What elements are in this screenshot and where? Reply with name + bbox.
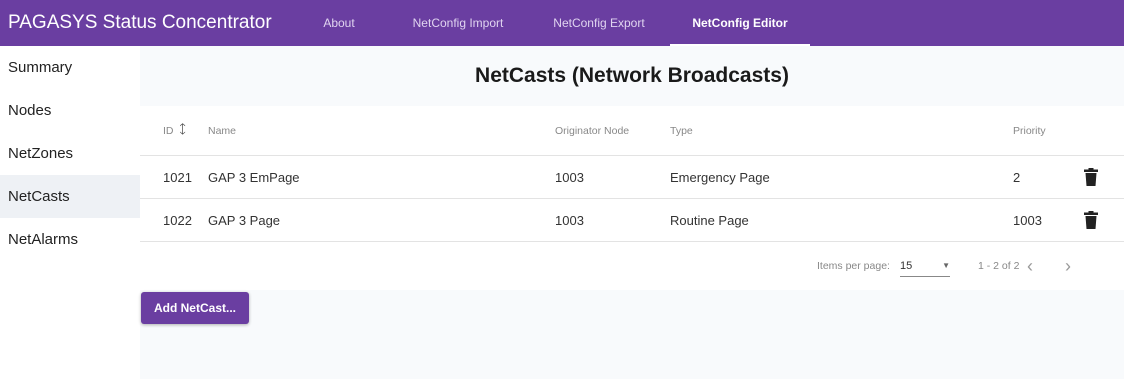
cell-priority: 1003 bbox=[1013, 212, 1042, 228]
column-header-priority[interactable]: Priority bbox=[1013, 106, 1046, 155]
sidebar-item-netzones[interactable]: NetZones bbox=[0, 132, 140, 175]
page-title: NetCasts (Network Broadcasts) bbox=[475, 64, 789, 87]
paginator: Items per page: 15 ▼ 1 - 2 of 2 ‹ › bbox=[140, 242, 1124, 290]
column-header-id-label: ID bbox=[163, 124, 174, 137]
chevron-right-icon[interactable]: › bbox=[1065, 242, 1071, 290]
add-netcast-button[interactable]: Add NetCast... bbox=[141, 292, 249, 324]
table-row[interactable]: 1021 GAP 3 EmPage 1003 Emergency Page 2 bbox=[140, 156, 1124, 199]
cell-originator: 1003 bbox=[555, 212, 584, 228]
arrow-up-icon: 🡙 bbox=[179, 122, 186, 136]
column-header-id[interactable]: ID 🡙 bbox=[163, 106, 186, 155]
page-range-label: 1 - 2 of 2 bbox=[978, 260, 1020, 272]
column-header-name[interactable]: Name bbox=[208, 106, 236, 155]
top-app-bar: PAGASYS Status Concentrator About NetCon… bbox=[0, 0, 1124, 46]
trash-icon bbox=[1084, 211, 1098, 229]
cell-type: Routine Page bbox=[670, 212, 749, 228]
items-per-page-select[interactable]: 15 ▼ bbox=[900, 255, 950, 277]
tab-netconfig-editor[interactable]: NetConfig Editor bbox=[670, 0, 810, 46]
cell-name: GAP 3 EmPage bbox=[208, 169, 300, 185]
delete-button[interactable] bbox=[1084, 199, 1098, 241]
tab-netconfig-import[interactable]: NetConfig Import bbox=[388, 0, 528, 46]
delete-button[interactable] bbox=[1084, 156, 1098, 198]
cell-id: 1022 bbox=[163, 212, 192, 228]
app-title: PAGASYS Status Concentrator bbox=[8, 12, 272, 33]
cell-originator: 1003 bbox=[555, 169, 584, 185]
column-header-type[interactable]: Type bbox=[670, 106, 693, 155]
items-per-page-label: Items per page: bbox=[817, 260, 890, 272]
sidebar-item-netcasts[interactable]: NetCasts bbox=[0, 175, 140, 218]
trash-icon bbox=[1084, 168, 1098, 186]
sidebar-item-summary[interactable]: Summary bbox=[0, 46, 140, 89]
cell-name: GAP 3 Page bbox=[208, 212, 281, 228]
sidebar: Summary Nodes NetZones NetCasts NetAlarm… bbox=[0, 46, 140, 379]
chevron-left-icon[interactable]: ‹ bbox=[1027, 242, 1033, 290]
sidebar-item-netalarms[interactable]: NetAlarms bbox=[0, 218, 140, 261]
caret-down-icon: ▼ bbox=[942, 261, 950, 270]
tab-netconfig-export[interactable]: NetConfig Export bbox=[528, 0, 670, 46]
main-content: NetCasts (Network Broadcasts) ID 🡙 Name … bbox=[140, 46, 1124, 379]
netcasts-table: ID 🡙 Name Originator Node Type Priority … bbox=[140, 106, 1124, 290]
column-header-originator[interactable]: Originator Node bbox=[555, 106, 629, 155]
cell-id: 1021 bbox=[163, 169, 192, 185]
items-per-page-value: 15 bbox=[900, 259, 913, 272]
table-row[interactable]: 1022 GAP 3 Page 1003 Routine Page 1003 bbox=[140, 199, 1124, 242]
tab-about[interactable]: About bbox=[290, 0, 388, 46]
sidebar-item-nodes[interactable]: Nodes bbox=[0, 89, 140, 132]
table-header-row: ID 🡙 Name Originator Node Type Priority bbox=[140, 106, 1124, 156]
cell-priority: 2 bbox=[1013, 169, 1021, 185]
cell-type: Emergency Page bbox=[670, 169, 770, 185]
